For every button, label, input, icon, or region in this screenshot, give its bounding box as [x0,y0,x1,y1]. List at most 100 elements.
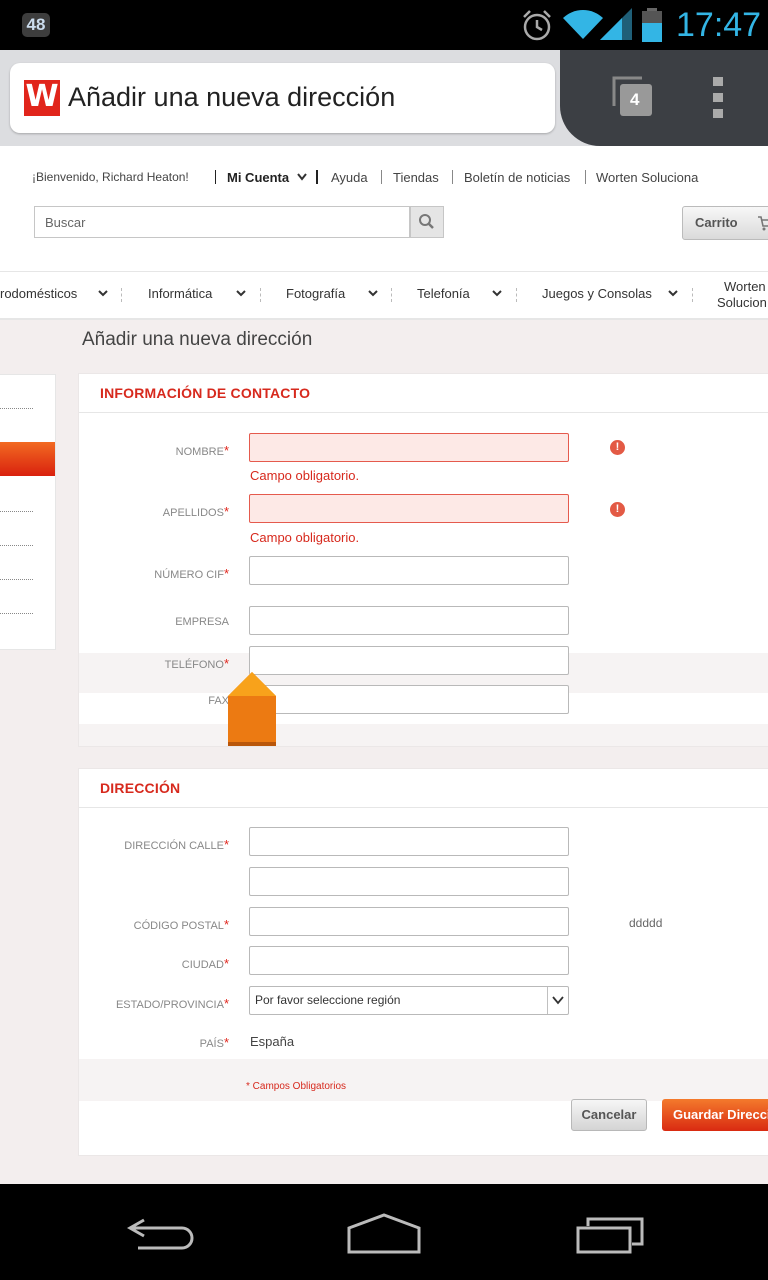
chevron-down-icon [668,290,678,297]
category-worten-soluciona[interactable]: Worten [724,279,766,294]
overflow-menu-icon [713,77,723,118]
telefono-label-text: TELÉFONO [164,659,224,671]
region-select[interactable]: Por favor seleccione región [249,986,569,1015]
browser-page-title[interactable]: Añadir una nueva dirección [68,82,395,113]
worten-soluciona-link[interactable]: Worten Soluciona [596,170,698,185]
chevron-down-icon [492,290,502,297]
site-logo: W [24,79,60,116]
required-star: * [223,566,229,581]
cancel-button[interactable]: Cancelar [571,1099,647,1131]
sidebar-item-active[interactable] [0,442,55,476]
cart-icon [758,216,768,231]
chevron-down-icon [236,290,246,297]
android-nav-bar [0,1184,768,1280]
divider [381,170,382,184]
category-electrodomesticos[interactable]: rodomésticos [0,286,77,301]
calle-input-2[interactable] [249,867,569,896]
save-address-button[interactable]: Guardar Dirección [662,1099,768,1131]
page-title: Añadir una nueva dirección [82,329,313,350]
apellidos-error: Campo obligatorio. [250,530,360,545]
pais-label: PAÍS* [79,1035,229,1050]
category-juegos-consolas[interactable]: Juegos y Consolas [542,286,652,301]
divider [516,288,517,302]
sidebar-item[interactable] [0,511,33,512]
overflow-menu-button[interactable] [706,76,730,118]
search-input[interactable]: Buscar [34,206,410,238]
error-icon: ! [610,502,625,517]
required-star: * [223,443,229,458]
category-worten-soluciona-line2[interactable]: Solucion [717,295,767,310]
category-fotografia[interactable]: Fotografía [286,286,345,301]
sidebar-item[interactable] [0,579,33,580]
chevron-down-icon [368,290,378,297]
status-bar: 48 17:47 [0,0,768,50]
text-cursor-handle[interactable] [224,670,280,748]
telefono-label: TELÉFONO* [79,656,229,671]
error-icon: ! [610,440,625,455]
sidebar-item[interactable] [0,545,33,546]
browser-toolbar-actions [560,50,768,146]
address-title: DIRECCIÓN [100,780,181,796]
required-star: * [223,917,229,932]
category-informatica[interactable]: Informática [148,286,212,301]
notification-badge: 48 [22,13,50,37]
address-panel: DIRECCIÓN DIRECCIÓN CALLE* CÓDIGO POSTAL… [78,768,768,1156]
clock: 17:47 [676,6,762,44]
chevron-down-icon [552,996,564,1005]
welcome-text: ¡Bienvenido, Richard Heaton! [32,170,189,184]
cart-button[interactable]: Carrito [682,206,768,240]
divider [121,288,122,302]
pais-label-text: PAÍS [199,1038,224,1050]
cif-input[interactable] [249,556,569,585]
row-stripe [79,724,768,746]
cp-input[interactable] [249,907,569,936]
site-header: ¡Bienvenido, Richard Heaton! Mi Cuenta A… [0,146,768,320]
my-account-link[interactable]: Mi Cuenta [227,170,289,185]
nombre-error: Campo obligatorio. [250,468,360,483]
contact-info-title: INFORMACIÓN DE CONTACTO [100,385,311,401]
wifi-icon [563,10,603,39]
back-button[interactable] [124,1216,196,1252]
row-stripe [79,1059,768,1101]
home-button[interactable] [346,1212,422,1254]
web-page: ¡Bienvenido, Richard Heaton! Mi Cuenta A… [0,146,768,1184]
apellidos-input[interactable] [249,494,569,523]
contact-info-header: INFORMACIÓN DE CONTACTO [79,374,768,413]
calle-label-text: DIRECCIÓN CALLE [124,840,224,852]
cp-label: CÓDIGO POSTAL* [79,917,229,932]
empresa-input[interactable] [249,606,569,635]
help-link[interactable]: Ayuda [331,170,368,185]
calle-label: DIRECCIÓN CALLE* [79,837,229,852]
ciudad-label-text: CIUDAD [181,959,224,971]
category-telefonia[interactable]: Telefonía [417,286,470,301]
newsletter-link[interactable]: Boletín de noticias [464,170,570,185]
alarm-icon [523,10,551,41]
battery-icon [642,8,662,42]
telefono-input[interactable] [249,646,569,675]
divider [215,170,216,184]
fax-input[interactable] [249,685,569,714]
calle-input[interactable] [249,827,569,856]
empresa-label: EMPRESA [175,616,229,628]
recent-apps-button[interactable] [574,1216,646,1254]
nombre-label: NOMBRE* [79,443,229,458]
required-star: * [223,1035,229,1050]
sidebar-item[interactable] [0,613,33,614]
cp-format-hint: ddddd [629,916,663,930]
ciudad-input[interactable] [249,946,569,975]
required-star: * [223,656,229,671]
tabs-button[interactable]: 4 [612,76,652,116]
required-star: * [223,504,229,519]
chevron-down-icon [297,173,307,181]
cif-label: NÚMERO CIF* [79,566,229,581]
nombre-input[interactable] [249,433,569,462]
tab-count-label: 4 [630,90,640,109]
region-select-value: Por favor seleccione región [255,993,401,1007]
select-arrow [547,987,568,1014]
search-button[interactable] [410,206,444,238]
stores-link[interactable]: Tiendas [393,170,439,185]
sidebar-item[interactable] [0,408,33,409]
fax-label: FAX [208,695,229,707]
divider [260,288,261,302]
divider [391,288,392,302]
